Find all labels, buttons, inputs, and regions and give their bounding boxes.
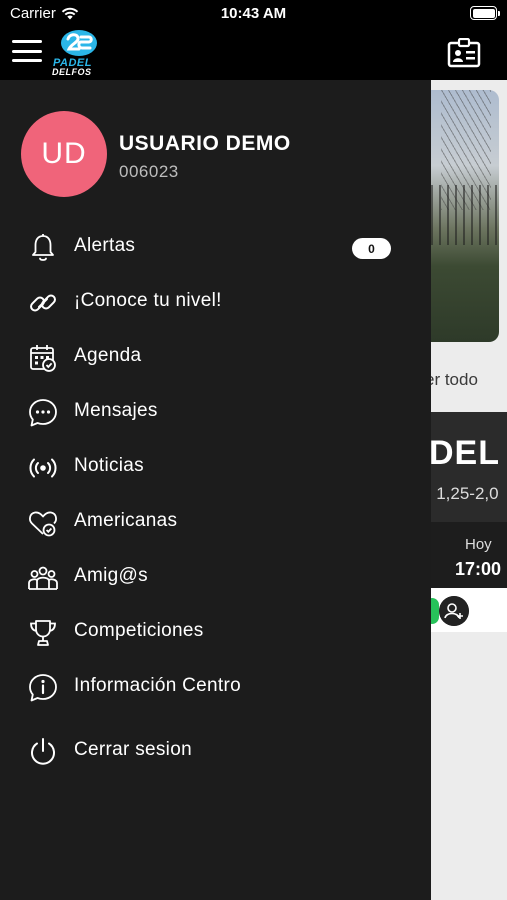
player-avatar <box>431 598 439 624</box>
menu-item-label: Información Centro <box>74 675 241 696</box>
trophy-icon <box>30 620 56 646</box>
heart-check-icon <box>29 511 57 537</box>
menu-item-americanas[interactable]: Americanas <box>0 497 431 547</box>
clock: 10:43 AM <box>220 5 287 22</box>
side-drawer: UD USUARIO DEMO 006023 Alertas 0 ¡Conoce… <box>0 80 431 900</box>
menu-item-cerrar-sesion[interactable]: Cerrar sesion <box>0 726 431 776</box>
calendar-check-icon <box>30 345 56 372</box>
menu-item-conoce-tu-nivel[interactable]: ¡Conoce tu nivel! <box>0 277 431 327</box>
user-id: 006023 <box>119 162 179 181</box>
battery-icon <box>470 6 500 20</box>
menu-item-label: Amig@s <box>74 565 148 586</box>
broadcast-icon <box>29 458 57 478</box>
menu-item-label: Noticias <box>74 455 144 476</box>
menu-item-label: Americanas <box>74 510 178 531</box>
bell-icon <box>32 234 54 261</box>
match-card-title: DEL <box>431 434 500 472</box>
user-name: USUARIO DEMO <box>119 132 291 155</box>
menu-icon[interactable] <box>12 40 42 62</box>
logo-text-delfos: DELFOS <box>52 67 92 77</box>
match-card-time: 17:00 <box>455 559 502 579</box>
menu-item-competiciones[interactable]: Competiciones <box>0 607 431 657</box>
avatar[interactable]: UD <box>21 111 107 197</box>
see-all-link[interactable]: er todo <box>431 370 478 390</box>
alerts-count-badge: 0 <box>352 238 391 259</box>
menu-item-label: Cerrar sesion <box>74 739 192 760</box>
match-card-level-range: s 1,25-2,0 <box>431 484 499 503</box>
menu-item-alertas[interactable]: Alertas 0 <box>0 222 431 272</box>
menu-item-agenda[interactable]: Agenda <box>0 332 431 382</box>
match-card-day: Hoy <box>465 536 492 553</box>
menu-item-noticias[interactable]: Noticias <box>0 442 431 492</box>
menu-item-amigos[interactable]: Amig@s <box>0 552 431 602</box>
match-card[interactable]: DEL s 1,25-2,0 Hoy 17:00 <box>431 412 507 632</box>
chat-bubble-icon <box>29 399 57 427</box>
menu-item-label: Agenda <box>74 345 142 366</box>
menu-item-label: Competiciones <box>74 620 204 641</box>
group-icon <box>28 566 58 590</box>
add-player-icon[interactable] <box>439 596 469 626</box>
club-photo <box>431 90 499 342</box>
app-header: PADEL DELFOS <box>0 28 507 80</box>
status-bar: Carrier 10:43 AM <box>0 0 507 28</box>
info-icon <box>29 674 57 702</box>
logo-mark-icon <box>61 30 97 56</box>
menu-item-informacion-centro[interactable]: Información Centro <box>0 662 431 712</box>
menu-item-label: ¡Conoce tu nivel! <box>74 290 222 311</box>
power-icon <box>31 738 55 765</box>
link-icon <box>30 294 56 312</box>
home-content-behind-drawer: er todo DEL s 1,25-2,0 Hoy 17:00 <box>431 80 507 900</box>
id-card-icon[interactable] <box>447 38 481 68</box>
menu-item-label: Mensajes <box>74 400 158 421</box>
menu-item-label: Alertas <box>74 235 136 256</box>
padel-delfos-logo: PADEL DELFOS <box>50 28 108 78</box>
menu-item-mensajes[interactable]: Mensajes <box>0 387 431 437</box>
